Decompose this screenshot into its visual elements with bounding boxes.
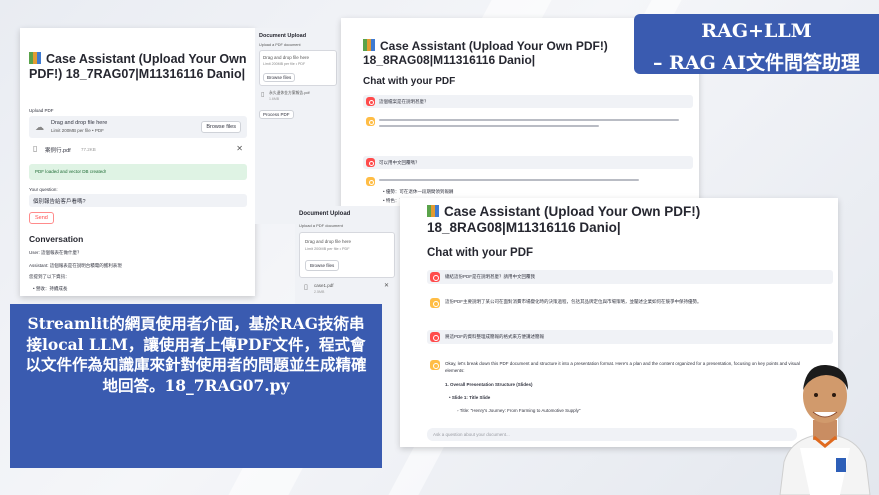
file-icon: ▯ <box>261 92 265 98</box>
user-question: 可以用中文回覆嗎？ <box>379 160 420 165</box>
description-text: Streamlit的網頁使用者介面，基於RAG技術串接local LLM，讓使用… <box>25 314 367 395</box>
answer-bullet: • 優勢：可在退休一段期間領到報酬 <box>383 189 454 194</box>
file-name: 永久退休金方案報告.pdf <box>269 91 310 95</box>
sidebar-heading: Document Upload <box>299 211 351 217</box>
question-input[interactable]: 個別報告給客戶看嗎? <box>29 194 247 207</box>
assistant-answer: 這份PDF主要說明了某公司在面對消費市場變化時的決策過程，包括其品牌定位與市場策… <box>445 299 702 304</box>
success-text: PDF loaded and vector DB created! <box>35 169 107 174</box>
uploaded-file: ▯ 永久退休金方案報告.pdf 1.6MB <box>259 90 337 104</box>
file-name: case1.pdf <box>314 283 334 288</box>
chat-message-assistant: 這份PDF主要說明了某公司在面對消費市場變化時的決策過程，包括其品牌定位與市場策… <box>427 296 833 318</box>
assistant-avatar-icon <box>430 360 440 370</box>
screenshot-rag08-sidebar: Document Upload Upload a PDF document Dr… <box>255 28 342 224</box>
conversation-heading: Conversation <box>29 234 84 244</box>
cloud-upload-icon: ☁ <box>35 122 44 132</box>
description-box: Streamlit的網頁使用者介面，基於RAG技術串接local LLM，讓使用… <box>10 304 382 468</box>
chat-message-assistant <box>363 114 693 150</box>
file-dropzone[interactable]: Drag and drop file here Limit 200MB per … <box>299 232 395 278</box>
browse-files-button[interactable]: Browse files <box>263 73 296 82</box>
chat-message-user: 總結這份PDF是在說明甚麼？請用中文回覆我 <box>427 270 833 284</box>
file-size: 77.2KB <box>81 147 96 152</box>
file-dropzone[interactable]: ☁ Drag and drop file here Limit 200MB pe… <box>29 116 247 138</box>
dropzone-title: Drag and drop file here <box>51 120 108 126</box>
dropzone-title: Drag and drop file here <box>263 55 310 60</box>
dropzone-limit: Limit 200MB per file • PDF <box>51 128 104 133</box>
user-avatar-icon <box>366 97 375 106</box>
assistant-bullet: • 營收：持續成長 <box>33 286 68 291</box>
browse-files-button[interactable]: Browse files <box>201 121 241 133</box>
answer-subheading: • Slide 1: Title Slide <box>449 395 491 400</box>
remove-file-icon[interactable]: ✕ <box>384 282 389 289</box>
uploaded-file: ▯ 案例行.pdf 77.2KB ✕ <box>29 144 247 156</box>
file-dropzone[interactable]: Drag and drop file here Limit 200MB per … <box>259 50 337 86</box>
sidebar-upload-label: Upload a PDF document <box>299 223 343 228</box>
chat-message-user: 將這PDF的資料整理成簡報的格式來方便講述簡報 <box>427 330 833 344</box>
file-icon: ▯ <box>33 144 38 153</box>
chat-message-user: 可以用中文回覆嗎？ <box>363 156 693 169</box>
question-value: 個別報告給客戶看嗎? <box>33 199 86 205</box>
uploaded-file: ▯ case1.pdf 2.5MB ✕ <box>299 281 395 299</box>
chat-heading: Chat with your PDF <box>363 76 456 87</box>
answer-text-line <box>379 125 599 127</box>
chat-input-placeholder: Ask a question about your document... <box>433 432 510 437</box>
chat-input[interactable]: Ask a question about your document... <box>427 428 797 441</box>
sidebar-upload-label: Upload a PDF document <box>259 43 301 47</box>
assistant-answer: Okay, let's break down this PDF document… <box>445 361 800 373</box>
book-icon <box>363 39 375 51</box>
answer-item: ◦ Title: "Henry's Journey: From Farming … <box>457 408 581 413</box>
chat-message-user: 這個檔案是在說明甚麼？ <box>363 95 693 108</box>
assistant-message: Assistant: 這個報表是在說明台積電的獲利表現 <box>29 263 122 268</box>
presenter-photo <box>779 364 871 495</box>
user-avatar-icon <box>430 332 440 342</box>
page-title: Case Assistant (Upload Your Own PDF!) 18… <box>363 39 608 68</box>
file-size: 1.6MB <box>269 97 280 101</box>
upload-label: Upload PDF <box>29 108 54 113</box>
chat-heading: Chat with your PDF <box>427 247 534 259</box>
answer-text-line <box>379 119 679 121</box>
assistant-avatar-icon <box>366 177 375 186</box>
book-icon <box>29 52 41 64</box>
file-icon: ▯ <box>304 284 308 291</box>
file-size: 2.5MB <box>314 290 325 294</box>
question-label: Your question: <box>29 187 58 192</box>
book-icon <box>427 205 439 217</box>
assistant-avatar-icon <box>430 298 440 308</box>
answer-heading: 1. Overall Presentation Structure (Slide… <box>445 382 533 387</box>
assistant-followup: 您提到了以下資訊： <box>29 274 70 279</box>
page-title: Case Assistant (Upload Your Own PDF!) 18… <box>427 204 701 236</box>
dropzone-limit: Limit 200MB per file • PDF <box>305 247 350 251</box>
badge-title-line1: RAG+LLM <box>701 20 812 42</box>
user-question: 這個檔案是在說明甚麼？ <box>379 99 429 104</box>
title-badge: RAG+LLM – RAG AI文件問答助理 <box>634 14 879 74</box>
remove-file-icon[interactable]: ✕ <box>236 144 243 153</box>
page-title: Case Assistant (Upload Your Own PDF!) 18… <box>29 52 247 81</box>
success-alert: PDF loaded and vector DB created! <box>29 164 247 180</box>
user-avatar-icon <box>366 158 375 167</box>
dropzone-title: Drag and drop file here <box>305 239 352 244</box>
browse-files-button[interactable]: Browse files <box>305 260 340 271</box>
screenshot-rag07: Case Assistant (Upload Your Own PDF!) 18… <box>20 28 255 296</box>
assistant-avatar-icon <box>366 117 375 126</box>
user-question: 總結這份PDF是在說明甚麼？請用中文回覆我 <box>445 274 535 279</box>
badge-title-line2: – RAG AI文件問答助理 <box>652 52 861 74</box>
answer-text-line <box>379 179 639 181</box>
send-button[interactable]: Send <box>29 212 54 224</box>
sidebar-heading: Document Upload <box>259 33 307 39</box>
user-avatar-icon <box>430 272 440 282</box>
user-question: 將這PDF的資料整理成簡報的格式來方便講述簡報 <box>445 334 544 339</box>
dropzone-limit: Limit 200MB per file • PDF <box>263 62 306 66</box>
process-pdf-button[interactable]: Process PDF <box>259 110 294 119</box>
user-message: User: 這個報表在做什麼？ <box>29 250 82 255</box>
file-name: 案例行.pdf <box>45 148 71 154</box>
